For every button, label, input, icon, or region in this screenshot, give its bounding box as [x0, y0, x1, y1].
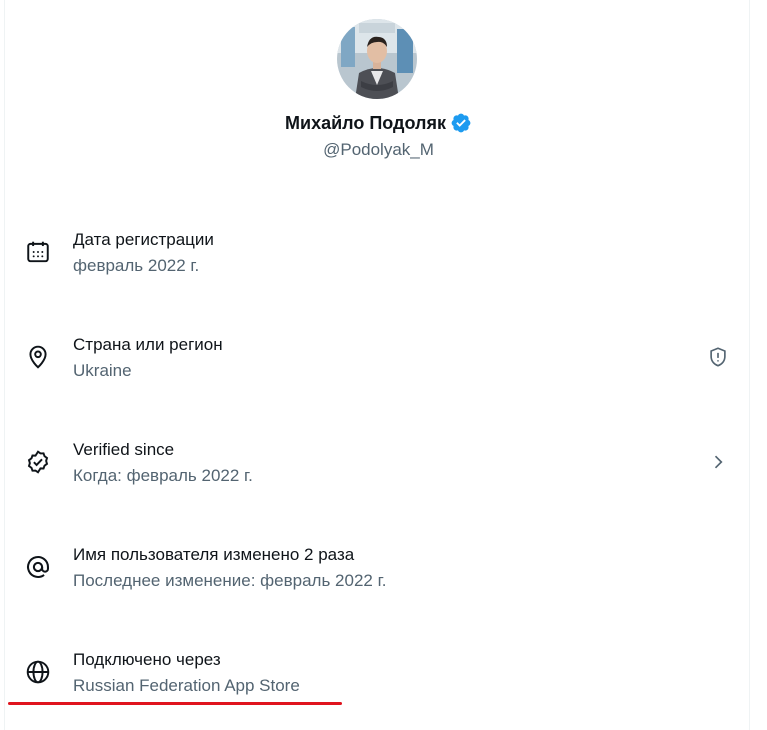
connected-title: Подключено через — [73, 650, 221, 669]
user-handle: @Podolyak_M — [323, 140, 434, 159]
verified-badge-icon[interactable] — [450, 112, 472, 134]
profile-name-row: Михайло Подоляк — [0, 112, 757, 134]
connected-value: Russian Federation App Store — [73, 676, 300, 695]
highlight-underline — [8, 702, 342, 705]
globe-icon — [25, 659, 51, 685]
detail-row-username-changes: Имя пользователя изменено 2 раза Последн… — [0, 543, 757, 603]
detail-row-joined: Дата регистрации февраль 2022 г. — [0, 228, 757, 288]
location-pin-icon — [25, 344, 51, 370]
verified-seal-icon — [25, 449, 51, 475]
display-name: Михайло Подоляк — [285, 112, 446, 133]
location-value: Ukraine — [73, 361, 132, 380]
at-sign-icon — [25, 554, 51, 580]
username-value: Последнее изменение: февраль 2022 г. — [73, 571, 387, 590]
joined-value: февраль 2022 г. — [73, 256, 200, 275]
detail-row-connected-via: Подключено через Russian Federation App … — [0, 648, 757, 708]
avatar[interactable] — [337, 19, 417, 99]
joined-title: Дата регистрации — [73, 230, 214, 249]
detail-row-verified[interactable]: Verified since Когда: февраль 2022 г. — [0, 438, 757, 498]
username-title: Имя пользователя изменено 2 раза — [73, 545, 355, 564]
shield-alert-icon[interactable] — [706, 345, 730, 369]
calendar-icon — [25, 239, 51, 265]
verified-title: Verified since — [73, 440, 175, 459]
detail-row-location: Страна или регион Ukraine — [0, 333, 757, 393]
verified-value: Когда: февраль 2022 г. — [73, 466, 253, 485]
location-title: Страна или регион — [73, 335, 223, 354]
avatar-photo — [337, 19, 417, 99]
chevron-right-icon[interactable] — [706, 450, 730, 474]
